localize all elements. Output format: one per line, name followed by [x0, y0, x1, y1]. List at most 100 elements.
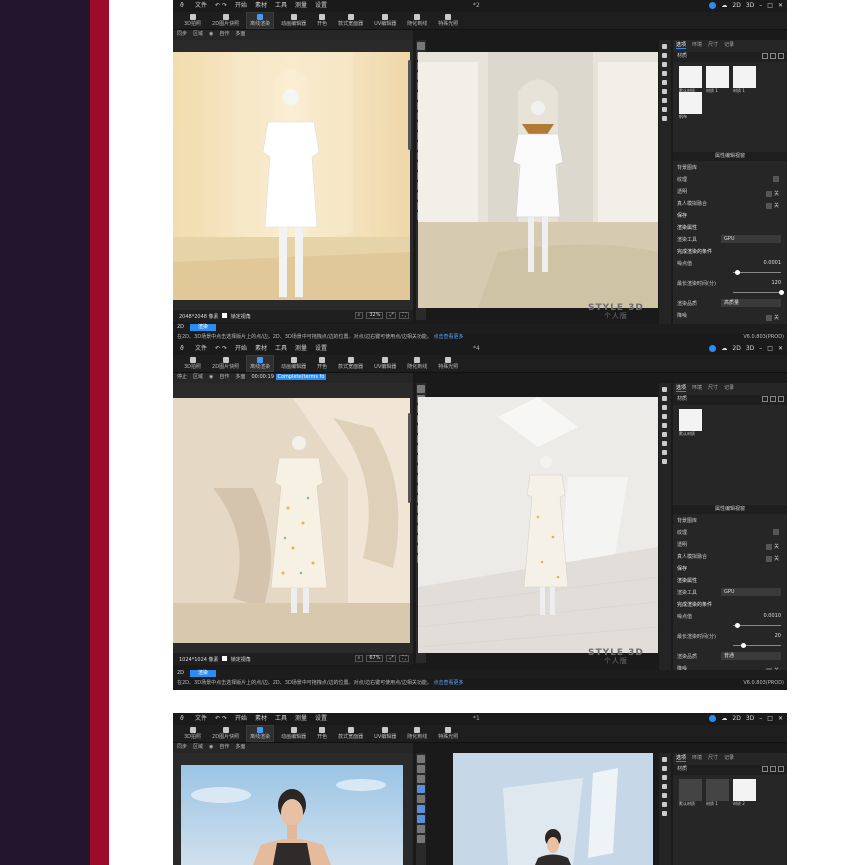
- region-button[interactable]: 区域: [193, 745, 203, 751]
- toolbar-render-button[interactable]: 离线渲染: [246, 12, 275, 29]
- layers-icon[interactable]: [662, 432, 667, 437]
- maximize-icon[interactable]: □: [767, 345, 773, 352]
- toolbar-animation-button[interactable]: 动画编辑器: [278, 13, 309, 28]
- list-view-icon[interactable]: [778, 53, 784, 59]
- slider-handle[interactable]: [735, 623, 741, 628]
- menu-file[interactable]: 文件: [195, 716, 207, 722]
- menu-settings[interactable]: 设置: [315, 3, 327, 9]
- add-material-icon[interactable]: [762, 53, 768, 59]
- tab-history[interactable]: 记录: [724, 386, 734, 392]
- zoom-search-icon[interactable]: ⌕: [354, 655, 364, 662]
- tab-options[interactable]: 选项: [676, 43, 687, 49]
- property-checkbox[interactable]: [773, 529, 779, 535]
- tab-2d[interactable]: 2D: [173, 324, 188, 331]
- toolbar-light-button[interactable]: 特殊光照: [435, 356, 461, 371]
- viewport-tool-icon[interactable]: [417, 785, 425, 793]
- menu-settings[interactable]: 设置: [315, 716, 327, 722]
- viewport-tool-icon[interactable]: [417, 385, 425, 393]
- slider-value[interactable]: 0.0010: [764, 610, 782, 622]
- notification-icon[interactable]: [709, 345, 717, 352]
- camera-button[interactable]: ◉: [209, 32, 213, 38]
- material-thumbnail[interactable]: 帆布: [679, 92, 702, 119]
- close-icon[interactable]: ✕: [778, 715, 783, 722]
- zoom-value[interactable]: 32%: [366, 312, 384, 319]
- property-select[interactable]: 普通: [721, 652, 781, 660]
- menu-start[interactable]: 开始: [235, 346, 247, 352]
- grid-view-icon[interactable]: [770, 766, 776, 772]
- fit-icon[interactable]: ⤢: [386, 312, 397, 319]
- zoom-search-icon[interactable]: ⌕: [354, 312, 364, 319]
- menu-tools[interactable]: 工具: [275, 346, 287, 352]
- tab-history[interactable]: 记录: [724, 43, 734, 49]
- status-link[interactable]: 点击查看更多: [433, 334, 463, 340]
- fit-icon[interactable]: ⤢: [386, 655, 397, 662]
- arrow-icon[interactable]: [662, 784, 667, 789]
- fullscreen-icon[interactable]: ⛶: [399, 312, 409, 319]
- toolbar-uv-button[interactable]: UV编辑器: [371, 726, 399, 741]
- preview-scrollbar[interactable]: [408, 413, 411, 503]
- layers-icon[interactable]: [662, 89, 667, 94]
- view-3d-button[interactable]: 3D: [746, 345, 754, 352]
- viewport-tool-icon[interactable]: [417, 795, 425, 803]
- property-slider[interactable]: [733, 290, 785, 295]
- preview-scrollbar[interactable]: [408, 60, 411, 150]
- property-select[interactable]: 高质量: [721, 299, 781, 307]
- toolbar-camera-button[interactable]: 3D拍照: [181, 356, 204, 371]
- toolbar-camera-button[interactable]: 3D拍照: [181, 13, 204, 28]
- 3d-viewport[interactable]: STYLE 3D 个人版: [418, 52, 658, 320]
- close-icon[interactable]: ✕: [778, 345, 783, 352]
- tab-options[interactable]: 选项: [676, 756, 687, 762]
- document-tab[interactable]: *2: [473, 3, 480, 9]
- zoom-value[interactable]: 67%: [366, 655, 384, 662]
- viewport-tool-icon[interactable]: [417, 835, 425, 843]
- viewport-tool-icon[interactable]: [417, 805, 425, 813]
- material-thumbnail[interactable]: 材质 1: [706, 779, 729, 806]
- object-icon[interactable]: [662, 757, 667, 762]
- target-icon[interactable]: [662, 62, 667, 67]
- maximize-icon[interactable]: □: [767, 715, 773, 722]
- slider-value[interactable]: 20: [775, 630, 781, 642]
- region-button[interactable]: 区域: [193, 375, 203, 381]
- notification-icon[interactable]: [709, 715, 717, 722]
- menu-tools[interactable]: 工具: [275, 716, 287, 722]
- tab-environment[interactable]: 环境: [692, 43, 702, 49]
- move-icon[interactable]: [662, 53, 667, 58]
- add-material-icon[interactable]: [762, 766, 768, 772]
- fullscreen-icon[interactable]: ⛶: [399, 655, 409, 662]
- list-icon[interactable]: [662, 811, 667, 816]
- object-icon[interactable]: [662, 44, 667, 49]
- toolbar-animation-button[interactable]: 动画编辑器: [278, 726, 309, 741]
- undo-redo-icon[interactable]: ↶ ↷: [215, 346, 227, 352]
- tab-2d[interactable]: 2D: [173, 670, 188, 677]
- tab-options[interactable]: 选项: [676, 386, 687, 392]
- maximize-icon[interactable]: □: [767, 2, 773, 9]
- pin-icon[interactable]: [662, 793, 667, 798]
- auto-button[interactable]: 自作: [219, 745, 229, 751]
- slider-value[interactable]: 120: [771, 277, 781, 289]
- checkbox-box[interactable]: [765, 315, 772, 321]
- lock-view-checkbox[interactable]: [222, 313, 228, 318]
- toolbar-light-button[interactable]: 特殊光照: [435, 726, 461, 741]
- menu-settings[interactable]: 设置: [315, 346, 327, 352]
- cloud-icon[interactable]: ☁: [721, 715, 727, 722]
- toolbar-style-button[interactable]: 款式宽面器: [335, 356, 366, 371]
- menu-measure[interactable]: 测量: [295, 346, 307, 352]
- arrow-icon[interactable]: [662, 71, 667, 76]
- pin-icon[interactable]: [662, 423, 667, 428]
- slider-value[interactable]: 0.0001: [764, 257, 782, 269]
- palette-icon[interactable]: [662, 459, 667, 464]
- toolbar-style-button[interactable]: 款式宽面器: [335, 726, 366, 741]
- toolbar-snapshot-button[interactable]: 2D图片快照: [209, 356, 242, 371]
- property-select[interactable]: GPU: [721, 588, 781, 596]
- view-2d-button[interactable]: 2D: [732, 715, 740, 722]
- auto-button[interactable]: 自作: [219, 375, 229, 381]
- add-material-icon[interactable]: [762, 396, 768, 402]
- toolbar-light-button[interactable]: 特殊光照: [435, 13, 461, 28]
- avatar-icon[interactable]: [662, 107, 667, 112]
- tab-environment[interactable]: 环境: [692, 386, 702, 392]
- tab-environment[interactable]: 环境: [692, 756, 702, 762]
- toolbar-animation-button[interactable]: 动画编辑器: [278, 356, 309, 371]
- toolbar-snapshot-button[interactable]: 2D图片快照: [209, 13, 242, 28]
- minimize-icon[interactable]: –: [759, 345, 762, 352]
- region-button[interactable]: 区域: [193, 32, 203, 38]
